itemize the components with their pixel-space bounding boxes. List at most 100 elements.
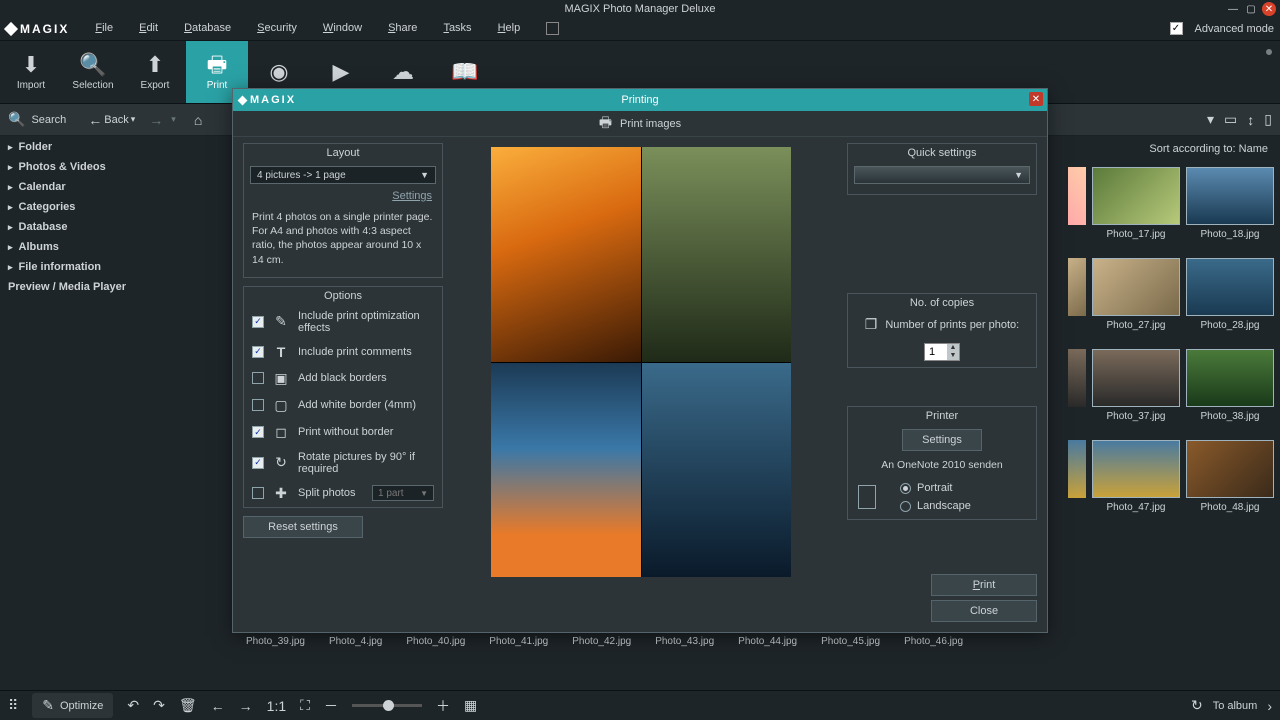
back-arrow-icon[interactable]: ←	[88, 112, 102, 128]
thumbnail-partial[interactable]	[1068, 349, 1086, 407]
forward-arrow-icon[interactable]: →	[149, 112, 163, 128]
dialog-close-button[interactable]: ✕	[1029, 92, 1043, 106]
back-label[interactable]: Back	[104, 114, 128, 126]
sidebar-item-folder[interactable]: Folder	[0, 137, 230, 157]
white-border-icon: ▢	[272, 397, 290, 414]
logo-icon	[4, 21, 18, 35]
thumbnail[interactable]	[1092, 349, 1180, 407]
checkbox-noborder[interactable]: ✓	[252, 426, 264, 438]
copies-icon: ❐	[865, 316, 878, 333]
page-orientation-icon	[858, 485, 876, 509]
delete-icon[interactable]: 🗑	[179, 697, 197, 714]
thumbnail[interactable]	[1092, 167, 1180, 225]
export-button[interactable]: ⬆Export	[124, 41, 186, 103]
sidebar-item-preview[interactable]: Preview / Media Player	[0, 277, 230, 297]
spin-down-icon[interactable]: ▼	[947, 352, 959, 360]
import-button[interactable]: ⬇Import	[0, 41, 62, 103]
sidebar-item-albums[interactable]: Albums	[0, 237, 230, 257]
layout-select[interactable]: 4 pictures -> 1 page ▼	[250, 166, 436, 184]
menu-file[interactable]: File	[95, 22, 113, 35]
redo-icon[interactable]: ↷	[153, 697, 165, 714]
brand-logo: MAGIX	[6, 22, 69, 36]
zoom-out-icon[interactable]: －	[324, 696, 338, 716]
home-icon[interactable]: ⌂	[194, 112, 202, 128]
help-tooltip-icon[interactable]	[546, 22, 559, 35]
menu-share[interactable]: Share	[388, 22, 417, 35]
thumbnail-partial[interactable]	[1068, 167, 1086, 225]
minimize-button[interactable]: —	[1226, 2, 1240, 16]
search-icon[interactable]: 🔍	[8, 111, 25, 128]
thumbnail[interactable]	[1186, 349, 1274, 407]
thumbnail-partial[interactable]	[1068, 258, 1086, 316]
dropdown-icon[interactable]: ▾	[1207, 111, 1214, 128]
view-grid-icon[interactable]: ▭	[1224, 111, 1237, 128]
reset-settings-button[interactable]: Reset settings	[243, 516, 363, 538]
back-dropdown-icon[interactable]: ▾	[131, 114, 136, 125]
radio-landscape[interactable]	[900, 501, 911, 512]
quick-settings-select[interactable]: ▼	[854, 166, 1030, 184]
menu-security[interactable]: Security	[257, 22, 297, 35]
thumbnail[interactable]	[1186, 258, 1274, 316]
sort-icon[interactable]: ↕	[1247, 112, 1254, 128]
checkbox-rotate[interactable]: ✓	[252, 457, 264, 469]
advanced-mode-label: Advanced mode	[1195, 23, 1275, 35]
zoom-slider[interactable]	[352, 704, 422, 707]
forward-dropdown-icon[interactable]: ▾	[171, 114, 176, 125]
thumbnail[interactable]	[1186, 167, 1274, 225]
prev-icon[interactable]: ←	[211, 698, 225, 714]
copies-input[interactable]: 1 ▲▼	[924, 343, 960, 361]
split-parts-select[interactable]: 1 part▼	[372, 485, 434, 501]
zoom-in-icon[interactable]: ＋	[436, 696, 450, 716]
undo-icon[interactable]: ↶	[127, 697, 139, 714]
menu-window[interactable]: Window	[323, 22, 362, 35]
layout-settings-link[interactable]: Settings	[244, 188, 442, 208]
checkbox-comments[interactable]: ✓	[252, 346, 264, 358]
printer-name: An OneNote 2010 senden	[848, 455, 1036, 475]
printer-settings-button[interactable]: Settings	[902, 429, 982, 451]
checkbox-split[interactable]: ✓	[252, 487, 264, 499]
search-icon: 🔍	[79, 54, 106, 76]
optimize-button[interactable]: ✎Optimize	[32, 693, 113, 718]
thumbnail[interactable]	[1092, 440, 1180, 498]
quick-settings-header: Quick settings	[848, 144, 1036, 162]
fullscreen-icon[interactable]: ⛶	[300, 697, 310, 714]
to-album-label[interactable]: To album	[1213, 700, 1258, 712]
refresh-icon[interactable]: ↻	[1191, 697, 1203, 714]
thumbnail[interactable]	[1092, 258, 1180, 316]
checkbox-optimize[interactable]: ✓	[252, 316, 264, 328]
radio-portrait[interactable]	[900, 483, 911, 494]
dialog-print-button[interactable]: Print	[931, 574, 1037, 596]
sidebar-item-categories[interactable]: Categories	[0, 197, 230, 217]
close-button[interactable]: ✕	[1262, 2, 1276, 16]
spin-up-icon[interactable]: ▲	[947, 344, 959, 352]
thumbnail[interactable]	[1186, 440, 1274, 498]
next-icon[interactable]: →	[239, 698, 253, 714]
sidebar-item-database[interactable]: Database	[0, 217, 230, 237]
sidebar-item-photos[interactable]: Photos & Videos	[0, 157, 230, 177]
options-panel: Options ✓✎Include print optimization eff…	[243, 286, 443, 508]
grid-icon[interactable]: ▦	[464, 697, 477, 714]
checkbox-blackborder[interactable]: ✓	[252, 372, 264, 384]
menu-help[interactable]: Help	[498, 22, 521, 35]
maximize-button[interactable]: ▢	[1244, 2, 1258, 16]
one-to-one-icon[interactable]: 1:1	[267, 698, 286, 714]
sidebar: Folder Photos & Videos Calendar Categori…	[0, 137, 230, 690]
menu-tasks[interactable]: Tasks	[443, 22, 471, 35]
menu-edit[interactable]: Edit	[139, 22, 158, 35]
copies-panel: No. of copies ❐ Number of prints per pho…	[847, 293, 1037, 368]
dialog-close-button[interactable]: Close	[931, 600, 1037, 622]
quick-settings-panel: Quick settings ▼	[847, 143, 1037, 195]
book-icon: 📖	[451, 61, 478, 83]
advanced-mode-checkbox[interactable]: ✓	[1170, 22, 1183, 35]
selection-button[interactable]: 🔍Selection	[62, 41, 124, 103]
sort-label[interactable]: Sort according to: Name	[1149, 143, 1268, 155]
play-icon: ▶	[333, 61, 350, 83]
sidebar-item-calendar[interactable]: Calendar	[0, 177, 230, 197]
sidebar-item-fileinfo[interactable]: File information	[0, 257, 230, 277]
checkbox-whiteborder[interactable]: ✓	[252, 399, 264, 411]
panel-icon[interactable]: ▯	[1264, 111, 1272, 128]
search-label[interactable]: Search	[31, 114, 66, 126]
chevron-right-icon[interactable]: ›	[1267, 698, 1272, 714]
thumbnail-partial[interactable]	[1068, 440, 1086, 498]
menu-database[interactable]: Database	[184, 22, 231, 35]
